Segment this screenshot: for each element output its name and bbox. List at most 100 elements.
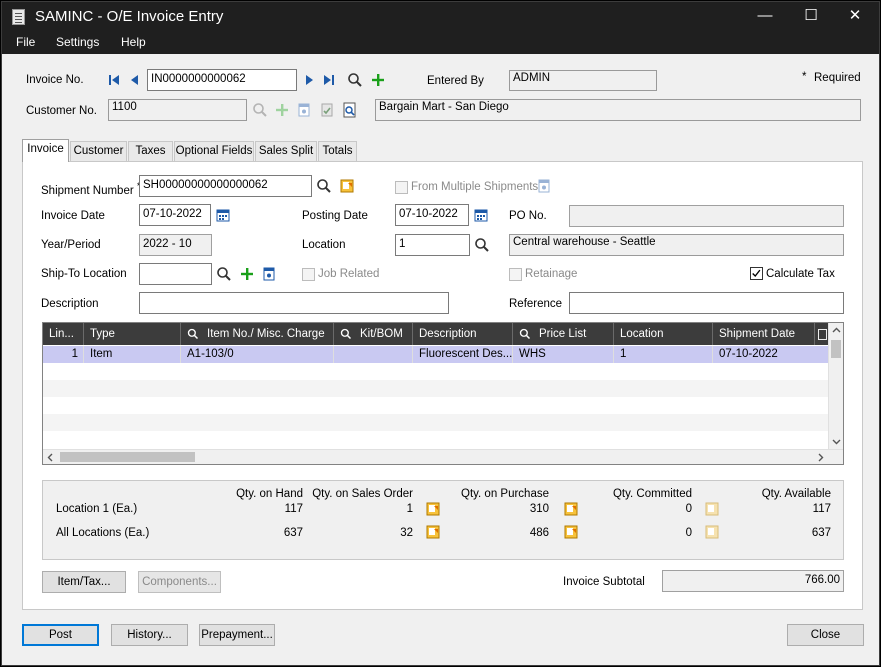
- cell-shipment-date[interactable]: 07-10-2022: [713, 346, 829, 363]
- entered-by-field: ADMIN: [509, 70, 657, 91]
- location-qty-on-sales-order: 1: [406, 503, 413, 515]
- scroll-down-icon[interactable]: [829, 434, 844, 449]
- cell-price-list[interactable]: WHS: [513, 346, 614, 363]
- minimize-button[interactable]: —: [742, 2, 788, 32]
- shipment-search-icon[interactable]: [316, 178, 332, 194]
- detail-lines-grid[interactable]: Lin... Type Item No./ Misc. Charge Kit/B…: [42, 322, 844, 465]
- empty-row: [43, 397, 829, 414]
- scroll-up-icon[interactable]: [829, 323, 844, 338]
- cell-line[interactable]: 1: [43, 346, 84, 363]
- col-kit-bom[interactable]: Kit/BOM: [334, 323, 413, 345]
- grid-horizontal-scrollbar[interactable]: [43, 449, 843, 464]
- col-location[interactable]: Location: [614, 323, 713, 345]
- cell-location[interactable]: 1: [614, 346, 713, 363]
- posting-date-label: Posting Date: [302, 210, 368, 222]
- grid-vertical-scrollbar[interactable]: [828, 323, 843, 449]
- location-input[interactable]: 1: [395, 234, 470, 256]
- menu-file[interactable]: File: [16, 35, 35, 49]
- cell-item-no[interactable]: A1-103/0: [181, 346, 334, 363]
- tab-totals[interactable]: Totals: [318, 141, 357, 161]
- close-window-button[interactable]: ✕: [832, 2, 878, 32]
- menu-settings[interactable]: Settings: [56, 35, 99, 49]
- ship-to-search-icon[interactable]: [216, 266, 232, 282]
- history-button[interactable]: History...: [111, 624, 188, 646]
- menu-help[interactable]: Help: [121, 35, 146, 49]
- app-icon: [12, 9, 25, 25]
- ship-to-info-icon[interactable]: [261, 266, 277, 282]
- description-label: Description: [41, 298, 99, 310]
- shipment-zoom-icon[interactable]: [339, 178, 355, 194]
- invoice-finder-search-icon[interactable]: [347, 72, 363, 88]
- all-committed-zoom-icon: [705, 525, 719, 539]
- location-search-icon[interactable]: [474, 237, 490, 253]
- required-mark: *: [802, 71, 807, 83]
- table-row[interactable]: 1 Item A1-103/0 Fluorescent Des... WHS 1…: [43, 346, 829, 363]
- last-record-icon[interactable]: [321, 72, 337, 88]
- all-purchase-zoom-icon[interactable]: [563, 524, 579, 540]
- invoice-subtotal-label: Invoice Subtotal: [563, 576, 645, 588]
- horizontal-scroll-thumb[interactable]: [60, 452, 195, 462]
- close-button[interactable]: Close: [787, 624, 864, 646]
- reference-input[interactable]: [569, 292, 844, 314]
- col-shipment-date[interactable]: Shipment Date: [713, 323, 815, 345]
- new-customer-plus-icon: [276, 104, 288, 116]
- scroll-right-icon[interactable]: [813, 450, 828, 465]
- first-record-icon[interactable]: [106, 72, 122, 88]
- ship-to-location-input[interactable]: [139, 263, 212, 285]
- customer-document-search-icon[interactable]: [342, 102, 358, 118]
- posting-date-input[interactable]: 07-10-2022: [395, 204, 469, 226]
- tab-taxes[interactable]: Taxes: [128, 141, 173, 161]
- cell-type[interactable]: Item: [84, 346, 181, 363]
- qty-on-sales-order-header: Qty. on Sales Order: [312, 488, 413, 500]
- window-title: SAMINC - O/E Invoice Entry: [35, 8, 224, 25]
- prepayment-button[interactable]: Prepayment...: [199, 624, 275, 646]
- col-price-list-label: Price List: [539, 328, 587, 340]
- customer-no-field: 1100: [108, 99, 247, 121]
- purchase-zoom-icon[interactable]: [563, 501, 579, 517]
- location-label: Location: [302, 239, 346, 251]
- col-price-list[interactable]: Price List: [513, 323, 614, 345]
- job-related-checkbox[interactable]: [302, 268, 315, 281]
- components-button[interactable]: Components...: [138, 571, 221, 593]
- tab-invoice[interactable]: Invoice: [22, 139, 69, 162]
- tab-sales-split[interactable]: Sales Split: [255, 141, 317, 161]
- post-button[interactable]: Post: [22, 624, 99, 646]
- invoice-date-input[interactable]: 07-10-2022: [139, 204, 211, 226]
- invoice-entry-window: SAMINC - O/E Invoice Entry — ☐ ✕ File Se…: [1, 1, 880, 666]
- from-multiple-shipments-checkbox[interactable]: [395, 181, 408, 194]
- tab-optional-fields[interactable]: Optional Fields: [174, 141, 254, 161]
- shipment-number-label: Shipment Number *: [41, 181, 141, 197]
- description-input[interactable]: [139, 292, 449, 314]
- previous-record-icon[interactable]: [127, 72, 143, 88]
- cell-kit-bom[interactable]: [334, 346, 413, 363]
- cell-description[interactable]: Fluorescent Des...: [413, 346, 513, 363]
- maximize-button[interactable]: ☐: [788, 2, 834, 32]
- empty-row: [43, 380, 829, 397]
- invoice-date-calendar-icon[interactable]: [215, 207, 231, 223]
- location-description-field: Central warehouse - Seattle: [509, 234, 844, 256]
- invoice-subtotal-field: 766.00: [662, 570, 844, 592]
- invoice-no-input[interactable]: IN0000000000062: [147, 69, 297, 91]
- col-item-no[interactable]: Item No./ Misc. Charge: [181, 323, 334, 345]
- shipment-number-input[interactable]: SH00000000000000062: [139, 175, 312, 197]
- vertical-scroll-thumb[interactable]: [831, 340, 841, 358]
- col-type[interactable]: Type: [84, 323, 181, 345]
- next-record-icon[interactable]: [301, 72, 317, 88]
- scroll-left-icon[interactable]: [43, 450, 58, 465]
- sales-order-zoom-icon[interactable]: [425, 501, 441, 517]
- posting-date-calendar-icon[interactable]: [473, 207, 489, 223]
- customer-search-icon: [253, 103, 267, 117]
- tab-customer[interactable]: Customer: [70, 141, 127, 161]
- col-line[interactable]: Lin...: [43, 323, 84, 345]
- all-sales-order-zoom-icon[interactable]: [425, 524, 441, 540]
- calculate-tax-label: Calculate Tax: [766, 268, 835, 280]
- calculate-tax-checkbox[interactable]: [750, 267, 763, 280]
- new-ship-to-plus-icon[interactable]: [239, 266, 255, 282]
- retainage-checkbox[interactable]: [509, 268, 522, 281]
- col-description[interactable]: Description: [413, 323, 513, 345]
- all-qty-available: 637: [811, 527, 831, 539]
- all-qty-on-sales-order: 32: [400, 527, 413, 539]
- new-invoice-plus-icon[interactable]: [370, 72, 386, 88]
- item-tax-button[interactable]: Item/Tax...: [42, 571, 126, 593]
- location-qty-available: 117: [812, 503, 831, 515]
